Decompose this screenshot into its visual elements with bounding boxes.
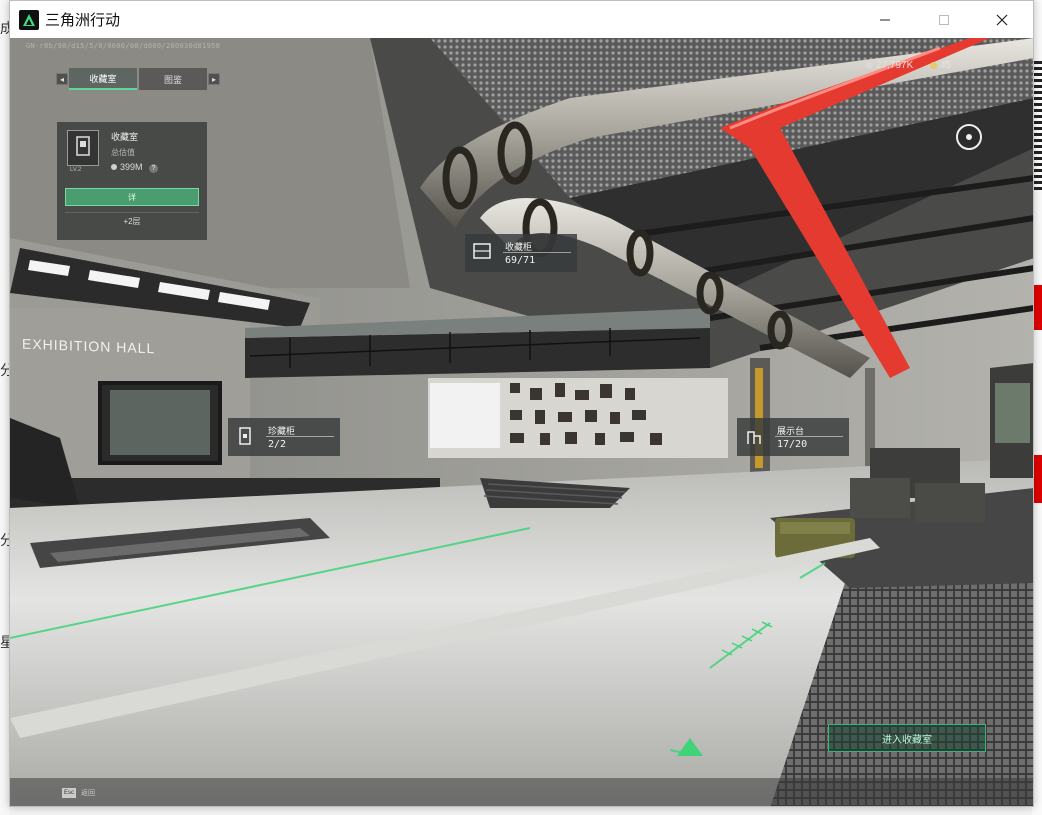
debug-build-text: GN-r8b/90/d15/5/0/0000/00/d000/200030d01… [26,42,221,50]
treasure-cabinet-icon [239,427,251,445]
tab-prev-button[interactable]: ◂ [56,73,68,85]
collection-room-card: LV.2 收藏室 总估值 399M ? 详 +2层 [57,122,207,240]
label-cabinet[interactable]: 收藏柜 69/71 [465,234,577,272]
silver-coin-icon [866,62,873,69]
red-banner-fragment [1033,285,1042,330]
gold-coin-icon [930,62,937,69]
currency-gold: 45 [930,60,951,71]
coin-icon [111,164,117,170]
esc-key-label: 返回 [81,790,95,797]
room-level: LV.2 [70,167,82,173]
currency-gold-value: 45 [940,60,952,71]
tab-next-button[interactable]: ▸ [208,73,220,85]
currency-silver: 27,797K [866,60,913,71]
minimize-button[interactable] [863,1,907,38]
maximize-button[interactable] [922,1,966,38]
game-window: 三角洲行动 GN-r8b/90/d15/5/0/0000/00/d000/200… [9,0,1034,807]
label-treasure-cabinet-count: 2/2 [268,439,287,450]
label-display-stand-count: 17/20 [777,439,808,450]
display-stand-icon [747,431,761,444]
tab-bar: ◂ 收藏室 图鉴 ▸ [56,68,220,90]
red-banner-fragment [1033,455,1042,503]
label-display-stand[interactable]: 展示台 17/20 [737,418,849,456]
game-viewport[interactable]: GN-r8b/90/d15/5/0/0000/00/d000/200030d01… [10,38,1033,806]
help-icon[interactable]: ? [149,164,159,173]
title-bar[interactable]: 三角洲行动 [10,1,1033,38]
label-treasure-cabinet[interactable]: 珍藏柜 2/2 [228,418,340,456]
collection-room-thumbnail-icon [67,130,99,166]
room-detail-button[interactable]: 详 [65,188,199,206]
qr-code-fragment [1033,60,1042,190]
tab-codex[interactable]: 图鉴 [139,68,207,90]
esc-key-icon[interactable]: Esc [62,788,76,798]
close-button[interactable] [980,1,1024,38]
enter-collection-room-button[interactable]: 进入收藏室 [828,724,986,752]
tab-collection-room[interactable]: 收藏室 [69,68,137,90]
label-cabinet-count: 69/71 [505,255,536,266]
cabinet-icon [473,243,491,259]
room-expand-button[interactable]: +2层 [65,212,199,230]
label-underline [266,436,334,437]
room-value: 399M ? [111,162,159,173]
desktop: 成 分 分? 星 三角洲行动 [0,0,1042,815]
room-value-label: 总估值 [111,148,135,157]
room-name: 收藏室 [111,132,139,142]
room-value-amount: 399M [120,162,143,172]
app-logo-icon [19,9,39,30]
window-title: 三角洲行动 [45,12,121,29]
currency-silver-value: 27,797K [876,60,914,71]
label-underline [775,436,843,437]
camera-focus-icon[interactable] [956,124,982,150]
bottom-hint-bar: Esc 返回 [10,778,1033,806]
label-underline [503,252,571,253]
